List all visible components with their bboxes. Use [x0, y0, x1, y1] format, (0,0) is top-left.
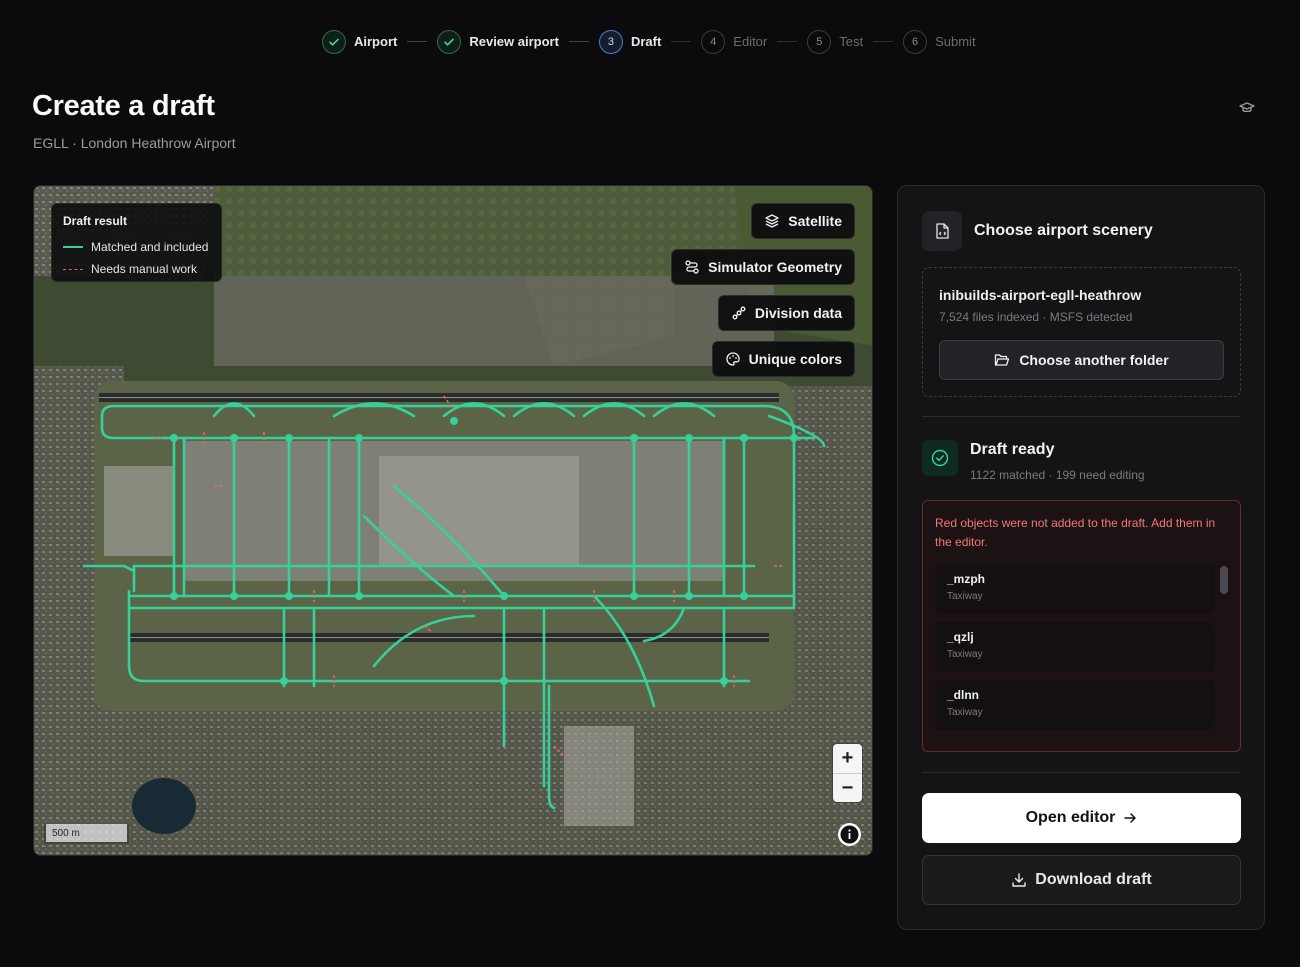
- map-legend: Draft result Matched and included Needs …: [51, 203, 222, 282]
- download-draft-label: Download draft: [1035, 871, 1152, 888]
- step-draft[interactable]: 3 Draft: [598, 29, 662, 54]
- divider: [922, 772, 1241, 773]
- scenery-header: Choose airport scenery: [922, 211, 1153, 251]
- zoom-controls: + −: [833, 744, 862, 802]
- download-icon: [1012, 873, 1026, 887]
- map-scale-bar: 500 m: [44, 824, 129, 844]
- item-name: _mzph: [947, 572, 986, 586]
- step-connector: [671, 41, 692, 42]
- step-number: 4: [701, 29, 726, 54]
- legend-swatch-matched: [63, 246, 83, 248]
- check-icon: [322, 29, 346, 54]
- step-review-airport[interactable]: Review airport: [437, 29, 559, 54]
- step-connector: [568, 41, 589, 42]
- step-connector: [407, 41, 428, 42]
- step-label: Test: [839, 34, 864, 49]
- folder-name: inibuilds-airport-egll-heathrow: [939, 287, 1142, 303]
- unique-colors-button[interactable]: Unique colors: [711, 341, 855, 377]
- step-submit: 6 Submit: [903, 29, 976, 54]
- step-number: 6: [903, 29, 928, 54]
- legend-matched: Matched and included: [63, 236, 210, 258]
- route-icon: [685, 260, 699, 274]
- list-item[interactable]: _mzph Taxiway: [935, 564, 1215, 614]
- legend-title: Draft result: [63, 214, 128, 228]
- step-connector: [873, 41, 894, 42]
- step-editor: 4 Editor: [701, 29, 768, 54]
- open-editor-label: Open editor: [1025, 809, 1116, 826]
- step-number: 3: [598, 29, 623, 54]
- zoom-out-button[interactable]: −: [833, 773, 862, 802]
- step-label: Submit: [935, 34, 976, 49]
- scenery-title: Choose airport scenery: [974, 222, 1153, 239]
- arrow-right-icon: [1124, 813, 1137, 823]
- airport-subtitle: EGLL · London Heathrow Airport: [33, 135, 236, 151]
- satellite-layer-button[interactable]: Satellite: [751, 203, 855, 239]
- list-item[interactable]: _qzlj Taxiway: [935, 622, 1215, 672]
- item-type: Taxiway: [947, 649, 983, 660]
- info-icon[interactable]: [838, 823, 861, 846]
- choose-folder-label: Choose another folder: [1019, 352, 1169, 368]
- unmatched-list[interactable]: _mzph Taxiway _qzlj Taxiway _dlnn Taxiwa…: [935, 564, 1215, 740]
- divider: [922, 416, 1241, 417]
- item-type: Taxiway: [947, 707, 983, 718]
- step-label: Review airport: [469, 34, 559, 49]
- draft-panel: Choose airport scenery inibuilds-airport…: [897, 185, 1265, 930]
- scenery-folder-box: inibuilds-airport-egll-heathrow 7,524 fi…: [922, 267, 1241, 397]
- step-connector: [777, 41, 798, 42]
- legend-label-matched: Matched and included: [91, 240, 209, 254]
- page-title: Create a draft: [32, 90, 215, 122]
- satellite-imagery: [34, 186, 872, 855]
- airport-map[interactable]: Draft result Matched and included Needs …: [33, 185, 873, 856]
- legend-swatch-manual: [63, 268, 83, 270]
- download-draft-button[interactable]: Download draft: [922, 855, 1241, 905]
- step-airport[interactable]: Airport: [322, 29, 398, 54]
- step-label: Airport: [354, 34, 398, 49]
- scrollbar-thumb[interactable]: [1220, 566, 1228, 594]
- zoom-in-button[interactable]: +: [833, 744, 862, 773]
- item-name: _dlnn: [947, 688, 979, 702]
- legend-manual: Needs manual work: [63, 258, 210, 280]
- simulator-geometry-button[interactable]: Simulator Geometry: [671, 249, 855, 285]
- item-type: Taxiway: [947, 591, 983, 602]
- folder-meta: 7,524 files indexed · MSFS detected: [939, 310, 1133, 324]
- open-editor-button[interactable]: Open editor: [922, 793, 1241, 843]
- simulator-geometry-label: Simulator Geometry: [708, 259, 842, 275]
- draft-stats: 1122 matched · 199 need editing: [970, 468, 1145, 482]
- draft-status: Draft ready 1122 matched · 199 need edit…: [922, 440, 1145, 482]
- legend-label-manual: Needs manual work: [91, 262, 198, 276]
- folder-open-icon: [995, 354, 1010, 366]
- progress-stepper: Airport Review airport 3 Draft 4 Editor …: [322, 29, 976, 54]
- graduation-cap-icon[interactable]: [1237, 98, 1257, 118]
- warning-text: Red objects were not added to the draft.…: [935, 516, 1216, 549]
- check-icon: [437, 29, 462, 54]
- unique-colors-label: Unique colors: [748, 351, 842, 367]
- division-data-button[interactable]: Division data: [717, 295, 855, 331]
- check-circle-icon: [922, 440, 958, 476]
- list-scrollbar[interactable]: [1219, 564, 1229, 740]
- division-data-label: Division data: [754, 305, 842, 321]
- split-icon: [732, 306, 746, 320]
- choose-folder-button[interactable]: Choose another folder: [939, 340, 1224, 380]
- file-code-icon: [922, 211, 962, 251]
- unmatched-warning: Red objects were not added to the draft.…: [922, 500, 1241, 752]
- item-name: _qzlj: [947, 630, 974, 644]
- satellite-label: Satellite: [788, 213, 842, 229]
- draft-title: Draft ready: [970, 441, 1055, 458]
- layers-icon: [765, 214, 779, 228]
- step-label: Editor: [733, 34, 768, 49]
- list-item[interactable]: _dlnn Taxiway: [935, 680, 1215, 730]
- step-label: Draft: [630, 34, 662, 49]
- palette-icon: [725, 352, 740, 366]
- step-test: 5 Test: [807, 29, 864, 54]
- step-number: 5: [807, 29, 832, 54]
